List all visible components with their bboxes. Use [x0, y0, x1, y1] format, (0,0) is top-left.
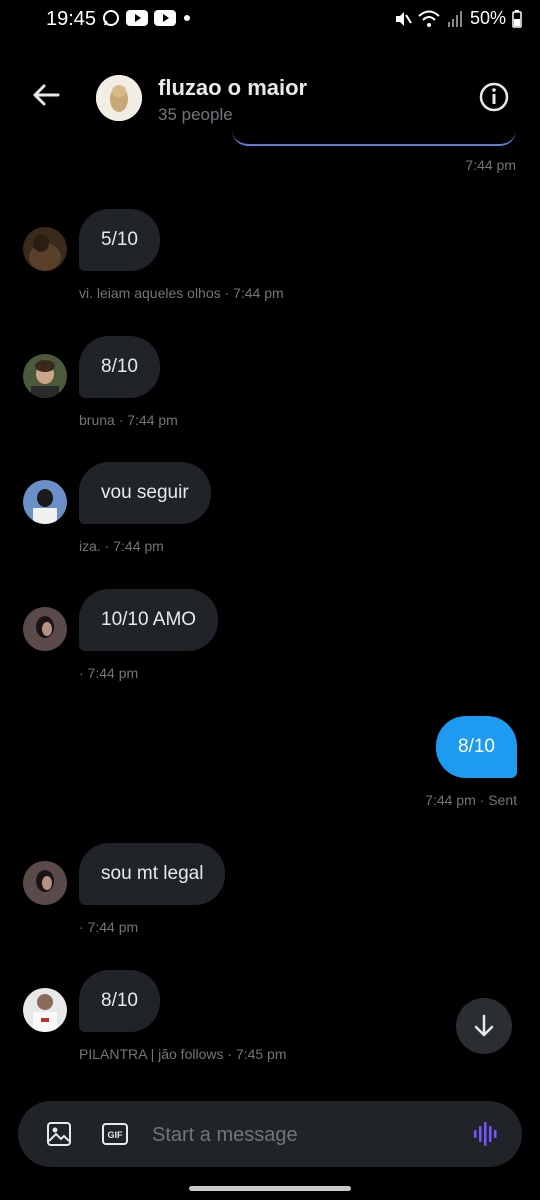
status-bar: 19:45 50% — [0, 0, 540, 40]
avatar[interactable] — [23, 227, 67, 271]
image-icon[interactable] — [46, 1121, 72, 1147]
sent-message-meta: 7:44 pm · Sent — [425, 792, 517, 808]
battery-icon — [512, 9, 522, 28]
conversation-title[interactable]: fluzao o maior — [158, 75, 307, 101]
message-meta: bruna · 7:44 pm — [79, 412, 178, 428]
avatar[interactable] — [23, 354, 67, 398]
status-time: 19:45 — [46, 8, 97, 30]
sent-message-bubble[interactable]: 8/10 — [436, 716, 517, 778]
mute-icon — [395, 11, 412, 26]
message-bubble[interactable]: 8/10 — [79, 336, 160, 398]
previous-message-edge — [232, 128, 516, 146]
system-icons: 50% — [394, 8, 522, 29]
message-meta: vi. leiam aqueles olhos · 7:44 pm — [79, 285, 284, 301]
message-bubble[interactable]: 8/10 — [79, 970, 160, 1032]
dot-icon — [184, 15, 190, 21]
arrow-down-icon — [474, 1014, 494, 1037]
avatar[interactable] — [23, 607, 67, 651]
home-indicator[interactable] — [189, 1186, 351, 1191]
group-avatar[interactable] — [96, 75, 142, 121]
message-timestamp: 7:44 pm — [465, 157, 516, 173]
whatsapp-icon — [103, 10, 119, 26]
message-composer: GIF — [18, 1101, 522, 1167]
notification-icons — [102, 9, 192, 27]
battery-percent: 50% — [469, 8, 506, 28]
message-bubble[interactable]: sou mt legal — [79, 843, 226, 905]
message-meta: iza. · 7:44 pm — [79, 538, 164, 554]
avatar[interactable] — [23, 480, 67, 524]
message-bubble[interactable]: 5/10 — [79, 209, 160, 271]
avatar[interactable] — [23, 861, 67, 905]
youtube-icon — [154, 10, 176, 26]
youtube-icon — [126, 10, 148, 26]
message-meta: · 7:44 pm — [79, 919, 139, 935]
wifi-icon — [418, 10, 440, 27]
scroll-to-bottom-button[interactable] — [456, 998, 512, 1054]
signal-icon — [447, 10, 462, 27]
svg-text:GIF: GIF — [108, 1130, 124, 1140]
message-bubble[interactable]: 10/10 AMO — [79, 589, 219, 651]
back-arrow-icon[interactable] — [30, 79, 62, 111]
message-input[interactable] — [150, 1117, 454, 1153]
message-bubble[interactable]: vou seguir — [79, 462, 211, 524]
participant-count: 35 people — [158, 105, 233, 124]
gif-icon[interactable]: GIF — [102, 1121, 128, 1147]
avatar[interactable] — [23, 988, 67, 1032]
voice-icon[interactable] — [472, 1120, 500, 1148]
info-icon[interactable] — [478, 81, 510, 113]
message-meta: PILANTRA | jão follows · 7:45 pm — [79, 1046, 287, 1062]
message-meta: · 7:44 pm — [79, 665, 139, 681]
